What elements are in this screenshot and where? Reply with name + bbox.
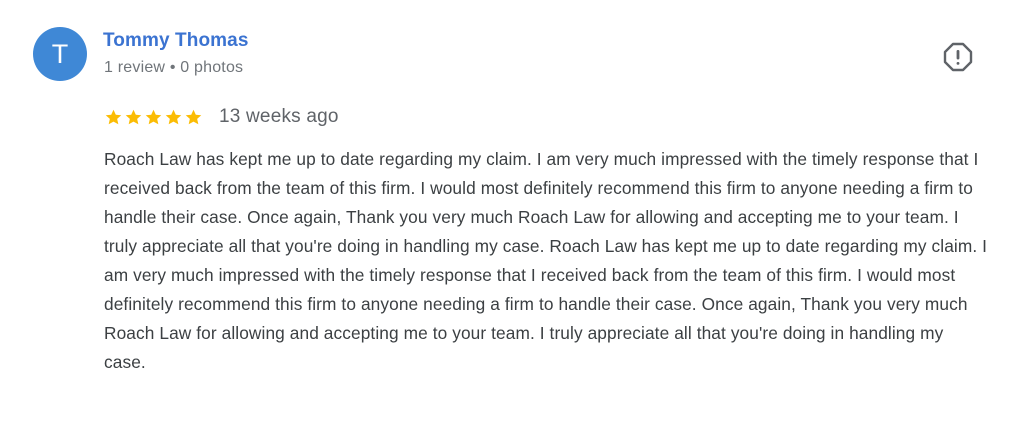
- star-icon: [105, 109, 122, 124]
- star-rating: [104, 108, 203, 127]
- reviewer-name-link[interactable]: Tommy Thomas: [103, 30, 248, 52]
- review-date: 13 weeks ago: [219, 106, 339, 127]
- avatar[interactable]: T: [33, 27, 87, 81]
- star-icon: [185, 109, 202, 124]
- star-icon: [125, 109, 142, 124]
- rating-row: 13 weeks ago: [104, 104, 339, 130]
- reviewer-meta: 1 review • 0 photos: [104, 59, 244, 76]
- report-flag-icon: [943, 42, 973, 72]
- report-review-button[interactable]: [943, 42, 973, 72]
- star-icon: [145, 109, 162, 124]
- star-icon: [165, 109, 182, 124]
- review-card: T Tommy Thomas 1 review • 0 photos 13 we…: [0, 0, 1024, 433]
- review-text: Roach Law has kept me up to date regardi…: [104, 149, 988, 372]
